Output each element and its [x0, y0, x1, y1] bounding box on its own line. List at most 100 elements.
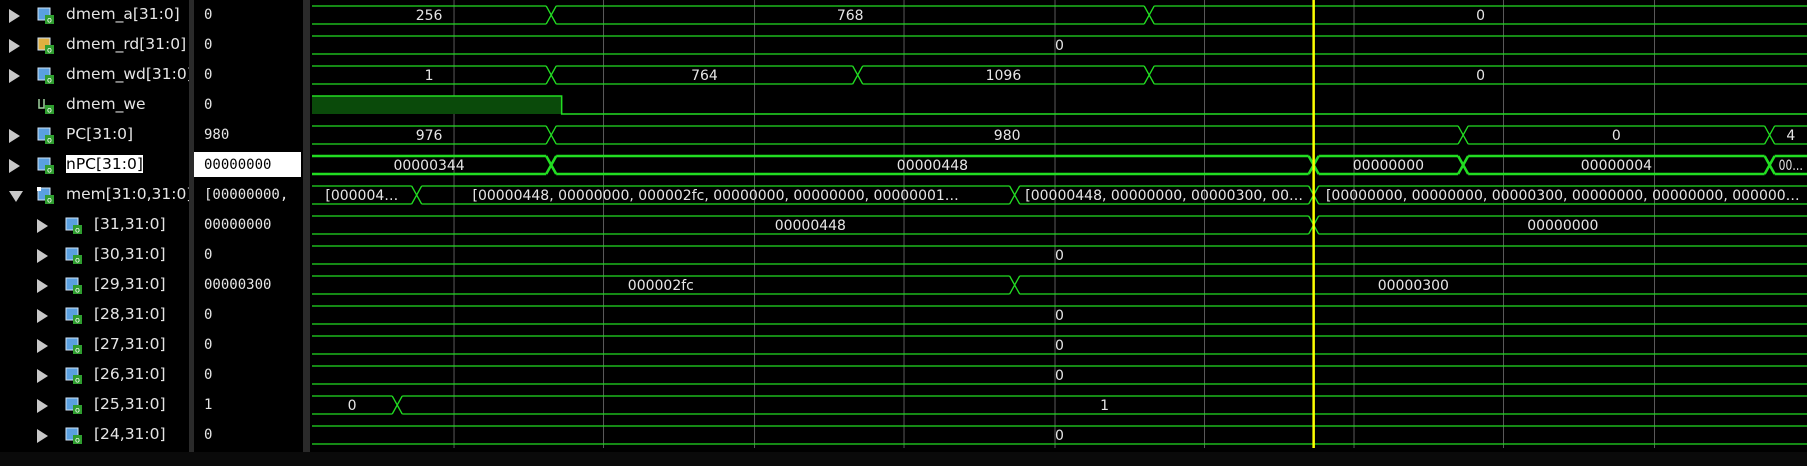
- waveform-trace[interactable]: 0: [312, 335, 1807, 355]
- bus-icon: o: [64, 216, 83, 235]
- horizontal-scrollbar[interactable]: [0, 452, 1807, 466]
- signal-value: 00000000: [204, 217, 272, 233]
- bus-icon: o: [64, 426, 83, 445]
- bus-value-label: 0: [1055, 368, 1064, 384]
- waveform-trace[interactable]: 1 764 1096 0: [312, 65, 1807, 85]
- signal-row[interactable]: o dmem_we: [0, 90, 189, 120]
- expand-arrow-icon[interactable]: [37, 219, 48, 233]
- bus-segment: [312, 425, 1807, 445]
- waveform-trace[interactable]: 0: [312, 35, 1807, 55]
- signal-value-row[interactable]: 0: [194, 330, 303, 360]
- signal-row[interactable]: o nPC[31:0]: [0, 150, 189, 180]
- bus-segment: [1318, 215, 1807, 235]
- bus-value-label: 00000448: [897, 158, 968, 174]
- expand-arrow-icon[interactable]: [37, 429, 48, 443]
- signal-row[interactable]: o PC[31:0]: [0, 120, 189, 150]
- signal-value-row[interactable]: 0: [194, 360, 303, 390]
- bus-segment: [312, 5, 547, 25]
- waveform-trace[interactable]: 01: [312, 395, 1807, 415]
- signal-row[interactable]: o [25,31:0]: [0, 390, 189, 420]
- signal-value: [00000000,: [204, 187, 289, 203]
- signal-row[interactable]: o [27,31:0]: [0, 330, 189, 360]
- signal-value-row[interactable]: 0: [194, 0, 303, 30]
- signal-row[interactable]: o [29,31:0]: [0, 270, 189, 300]
- signal-row[interactable]: o [31,31:0]: [0, 210, 189, 240]
- expand-arrow-icon[interactable]: [9, 129, 20, 143]
- expand-arrow-icon[interactable]: [37, 369, 48, 383]
- waveform-trace[interactable]: 000002fc 00000300: [312, 275, 1807, 295]
- signal-value-row[interactable]: 0: [194, 300, 303, 330]
- bus-transition: [852, 65, 864, 85]
- waveform-trace[interactable]: 00000448 00000000: [312, 215, 1807, 235]
- waveform-trace[interactable]: [312, 95, 1807, 115]
- signal-value-row[interactable]: 1: [194, 390, 303, 420]
- signal-row[interactable]: o mem[31:0,31:0]: [0, 180, 192, 210]
- signal-name: [27,31:0]: [94, 335, 166, 353]
- svg-text:o: o: [47, 196, 52, 205]
- bus-segment: [1774, 125, 1807, 145]
- waveform-trace[interactable]: 0: [312, 245, 1807, 265]
- bus-value-label: 00000300: [1378, 278, 1449, 294]
- signal-value-row[interactable]: 0: [194, 60, 303, 90]
- signal-value-row[interactable]: 00000000: [194, 150, 303, 180]
- signal-name: [26,31:0]: [94, 365, 166, 383]
- bus-icon: o: [64, 396, 83, 415]
- expand-arrow-icon[interactable]: [37, 309, 48, 323]
- expand-arrow-icon[interactable]: [37, 249, 48, 263]
- bus-value-label: 00000344: [393, 158, 464, 174]
- bus-icon: o: [64, 306, 83, 325]
- expand-arrow-icon[interactable]: [9, 9, 20, 23]
- bus-transition: [1457, 125, 1469, 145]
- signal-value-row[interactable]: 0: [194, 420, 303, 450]
- signal-row[interactable]: o dmem_a[31:0]: [0, 0, 189, 30]
- signal-row[interactable]: o dmem_rd[31:0]: [0, 30, 189, 60]
- bus-transition: [1763, 155, 1776, 175]
- waveform-trace[interactable]: [000004… [00000448, 00000000, 000002fc, 0…: [312, 185, 1807, 205]
- signal-value-row[interactable]: 00000000: [194, 210, 303, 240]
- signal-value-row[interactable]: 0: [194, 30, 303, 60]
- signal-row[interactable]: o dmem_wd[31:0]: [0, 60, 193, 90]
- waveform-trace[interactable]: 0: [312, 365, 1807, 385]
- expand-arrow-icon[interactable]: [37, 279, 48, 293]
- signal-value-row[interactable]: 0: [194, 240, 303, 270]
- bus-segment: [1154, 5, 1807, 25]
- signal-name: [31,31:0]: [94, 215, 166, 233]
- svg-text:o: o: [75, 226, 80, 235]
- expand-arrow-icon[interactable]: [9, 39, 20, 53]
- waveform-trace[interactable]: 256 768 0: [312, 5, 1807, 25]
- svg-text:o: o: [75, 256, 80, 265]
- bus-value-label: 256: [416, 8, 443, 24]
- signal-value-row[interactable]: [00000000,: [194, 180, 303, 210]
- signal-row[interactable]: o [30,31:0]: [0, 240, 189, 270]
- expand-arrow-icon[interactable]: [37, 339, 48, 353]
- signal-row[interactable]: o [24,31:0]: [0, 420, 189, 450]
- expand-arrow-icon[interactable]: [37, 399, 48, 413]
- bus-value-label: 980: [994, 128, 1021, 144]
- value-wave-splitter[interactable]: [303, 0, 310, 466]
- signal-row[interactable]: o [26,31:0]: [0, 360, 189, 390]
- bus-value-label: 768: [837, 8, 864, 24]
- bus-transition: [1308, 215, 1320, 235]
- signal-value-row[interactable]: 0: [194, 90, 303, 120]
- signal-value-row[interactable]: 980: [194, 120, 303, 150]
- bus-transition: [1307, 155, 1320, 175]
- waveform-trace[interactable]: 00000344 00000448 00000000 00000004 00…: [312, 154, 1807, 176]
- signal-name: dmem_a[31:0]: [66, 5, 180, 23]
- svg-text:o: o: [47, 76, 52, 85]
- bus-transition: [545, 65, 557, 85]
- bus-value-label: 000002fc: [628, 278, 694, 294]
- bus-value-label: 764: [691, 68, 718, 84]
- bus-transition: [545, 5, 557, 25]
- expand-arrow-icon[interactable]: [9, 159, 20, 173]
- svg-text:o: o: [75, 376, 80, 385]
- signal-row[interactable]: o [28,31:0]: [0, 300, 189, 330]
- waveform-trace[interactable]: 0: [312, 305, 1807, 325]
- signal-value-row[interactable]: 00000300: [194, 270, 303, 300]
- signal-value: 0: [204, 367, 213, 383]
- expand-arrow-icon[interactable]: [9, 69, 20, 83]
- waveform-trace[interactable]: 0: [312, 425, 1807, 445]
- collapse-arrow-icon[interactable]: [9, 191, 23, 202]
- bus-segment: [312, 245, 1807, 265]
- waveform-trace[interactable]: 976 980 0 4: [312, 125, 1807, 145]
- bus-segment: [402, 395, 1807, 415]
